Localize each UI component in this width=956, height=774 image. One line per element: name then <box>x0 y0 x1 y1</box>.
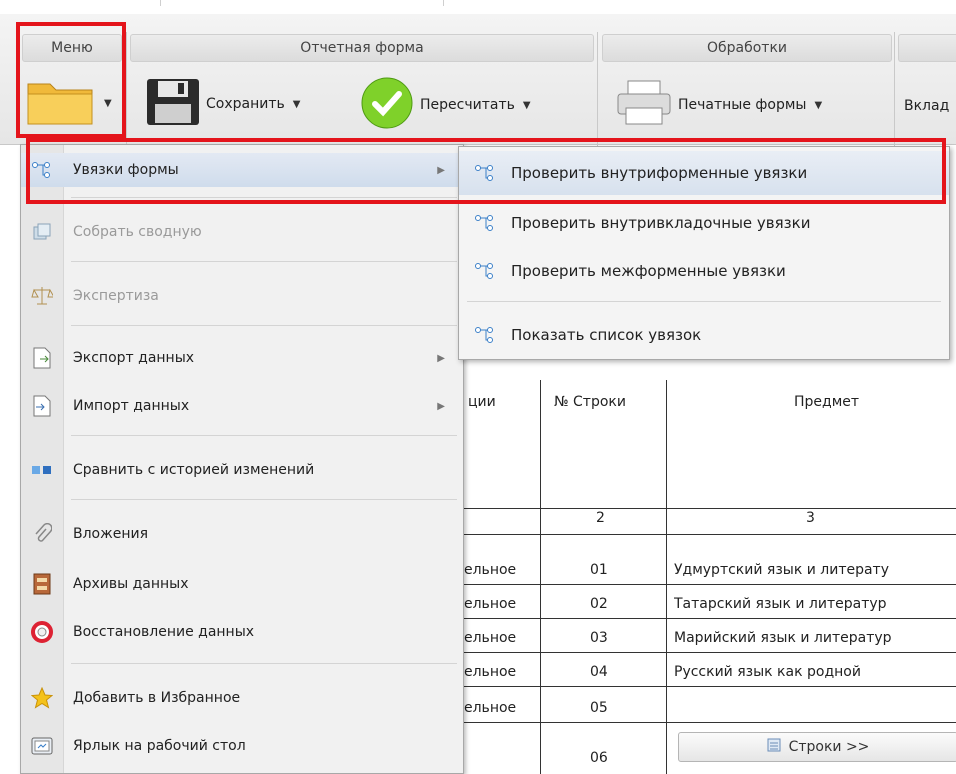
links-icon <box>459 214 511 232</box>
import-icon <box>21 395 63 417</box>
recalculate-button[interactable]: Пересчитать ▼ <box>360 76 531 134</box>
floppy-icon <box>146 78 200 130</box>
tab-partial-label: Вклад <box>904 98 950 114</box>
menu-item-label: Восстановление данных <box>73 624 255 640</box>
menu-item-export-data[interactable]: Экспорт данных ▶ <box>21 341 463 375</box>
chevron-down-icon: ▼ <box>104 97 112 109</box>
group-report-form-header: Отчетная форма <box>130 34 594 62</box>
row-subject: Удмуртский язык и литерату <box>674 562 889 578</box>
print-forms-button[interactable]: Печатные формы ▼ <box>616 80 822 130</box>
lifebuoy-icon <box>21 621 63 643</box>
save-dropdown-icon: ▼ <box>292 98 301 110</box>
scales-icon <box>21 286 63 306</box>
links-icon <box>459 326 511 344</box>
group-next-header <box>898 34 956 62</box>
menu-item-form-links[interactable]: Увязки формы ▶ <box>21 153 463 187</box>
submenu-arrow-icon: ▶ <box>437 352 445 364</box>
recalculate-label: Пересчитать <box>420 97 515 113</box>
ribbon-toolbar: Меню Отчетная форма Обработки ▼ Сохранит… <box>0 14 956 154</box>
shortcut-icon <box>21 736 63 756</box>
export-icon <box>21 347 63 369</box>
compare-icon <box>21 463 63 477</box>
folder-icon <box>26 76 96 130</box>
row-subject: Русский язык как родной <box>674 664 861 680</box>
rows-button[interactable]: Строки >> <box>678 732 956 762</box>
menu-item-label: Вложения <box>73 526 149 542</box>
save-button[interactable]: Сохранить ▼ <box>146 78 300 130</box>
form-links-submenu: Проверить внутриформенные увязки Провери… <box>458 146 950 360</box>
menu-item-label: Добавить в Избранное <box>73 690 241 706</box>
header-subject: Предмет <box>794 394 860 410</box>
submenu-item-label: Проверить межформенные увязки <box>511 262 786 280</box>
row-activity: ельное <box>464 630 517 646</box>
links-icon <box>21 161 63 179</box>
submenu-item-label: Проверить внутриформенные увязки <box>511 164 808 182</box>
print-dropdown-icon: ▼ <box>814 99 823 111</box>
menu-item-label: Собрать сводную <box>73 224 202 240</box>
rows-button-label: Строки >> <box>788 739 870 755</box>
row-activity: ельное <box>464 664 517 680</box>
menu-item-collect-summary[interactable]: Собрать сводную <box>21 215 463 249</box>
recalc-dropdown-icon: ▼ <box>522 99 531 111</box>
group-menu-header[interactable]: Меню <box>22 34 122 62</box>
links-icon <box>459 262 511 280</box>
submenu-arrow-icon: ▶ <box>437 164 445 176</box>
menu-item-label: Экспертиза <box>73 288 159 304</box>
row-number: 05 <box>590 700 608 716</box>
collect-icon <box>21 222 63 242</box>
submenu-item-check-intraform[interactable]: Проверить внутриформенные увязки <box>459 151 949 195</box>
print-forms-label: Печатные формы <box>678 97 807 113</box>
row-number: 04 <box>590 664 608 680</box>
menu-folder-button[interactable]: ▼ <box>26 76 112 130</box>
col-number-3: 3 <box>806 510 815 526</box>
row-subject: Татарский язык и литератур <box>674 596 887 612</box>
submenu-item-check-interform[interactable]: Проверить межформенные увязки <box>459 249 949 293</box>
menu-item-data-archives[interactable]: Архивы данных <box>21 567 463 601</box>
menu-item-label: Ярлык на рабочий стол <box>73 738 246 754</box>
row-activity: ельное <box>464 700 517 716</box>
paperclip-icon <box>21 523 63 545</box>
header-col-activity: ции <box>468 394 496 410</box>
submenu-arrow-icon: ▶ <box>437 400 445 412</box>
tab-partial-button[interactable]: Вклад <box>904 98 949 114</box>
menu-item-label: Импорт данных <box>73 398 190 414</box>
group-processing-header: Обработки <box>602 34 892 62</box>
menu-item-label: Экспорт данных <box>73 350 195 366</box>
submenu-item-label: Проверить внутривкладочные увязки <box>511 214 811 232</box>
menu-item-label: Увязки формы <box>73 162 179 178</box>
menu-item-data-recovery[interactable]: Восстановление данных <box>21 615 463 649</box>
row-number: 01 <box>590 562 608 578</box>
data-table: ции № Строки Предмет 2 3 ельное 01 Удмур… <box>462 360 956 774</box>
printer-icon <box>616 80 672 130</box>
row-activity: ельное <box>464 596 517 612</box>
row-number: 06 <box>590 750 608 766</box>
menu-item-expertise[interactable]: Экспертиза <box>21 279 463 313</box>
star-icon <box>21 687 63 709</box>
col-number-2: 2 <box>596 510 605 526</box>
links-icon <box>459 164 511 182</box>
menu-item-add-favorites[interactable]: Добавить в Избранное <box>21 681 463 715</box>
row-number: 03 <box>590 630 608 646</box>
check-circle-icon <box>360 76 414 134</box>
save-label: Сохранить <box>206 96 285 112</box>
header-row-number: № Строки <box>554 394 626 410</box>
menu-item-compare-history[interactable]: Сравнить с историей изменений <box>21 453 463 487</box>
submenu-item-check-intratab[interactable]: Проверить внутривкладочные увязки <box>459 201 949 245</box>
main-menu-dropdown: Увязки формы ▶ Собрать сводную Экспертиз… <box>20 144 464 774</box>
submenu-item-show-links-list[interactable]: Показать список увязок <box>459 313 949 357</box>
top-strip <box>0 0 956 14</box>
list-icon <box>767 738 781 756</box>
menu-item-label: Сравнить с историей изменений <box>73 462 315 478</box>
row-activity: ельное <box>464 562 517 578</box>
archive-icon <box>21 573 63 595</box>
menu-item-desktop-shortcut[interactable]: Ярлык на рабочий стол <box>21 729 463 763</box>
menu-item-import-data[interactable]: Импорт данных ▶ <box>21 389 463 423</box>
row-number: 02 <box>590 596 608 612</box>
menu-item-attachments[interactable]: Вложения <box>21 517 463 551</box>
menu-item-label: Архивы данных <box>73 576 189 592</box>
submenu-item-label: Показать список увязок <box>511 326 702 344</box>
row-subject: Марийский язык и литератур <box>674 630 892 646</box>
